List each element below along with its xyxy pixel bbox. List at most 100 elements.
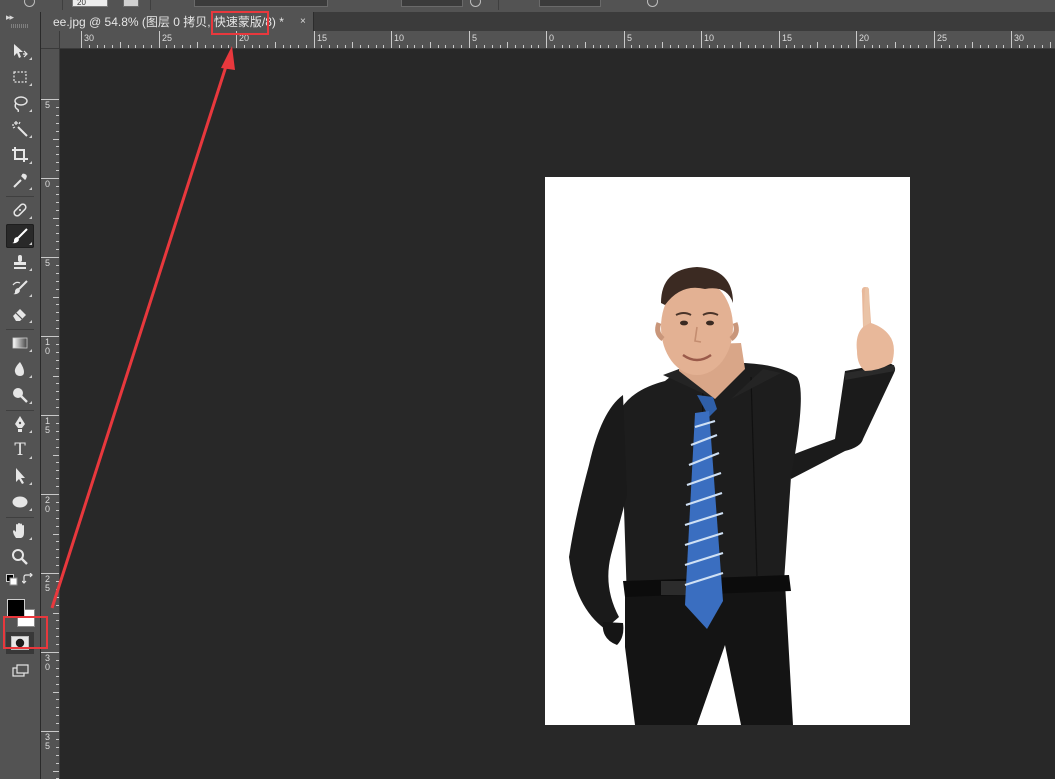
ruler-tick <box>135 45 136 48</box>
opacity-field[interactable] <box>401 0 463 7</box>
brush-size-field[interactable]: 20 <box>72 0 108 7</box>
ruler-tick <box>321 45 322 48</box>
brush-tool[interactable] <box>6 224 34 248</box>
swap-colors-icon[interactable] <box>22 573 34 585</box>
ruler-tick <box>523 45 524 48</box>
tools-panel: ▸▸ T <box>0 12 41 779</box>
lasso-tool[interactable] <box>6 91 34 115</box>
mode-dropdown[interactable] <box>194 0 328 7</box>
type-tool[interactable]: T <box>6 438 34 462</box>
brush-icon <box>12 228 28 244</box>
flow-field[interactable] <box>539 0 601 7</box>
ruler-tick <box>492 45 493 48</box>
ruler-tick <box>724 45 725 48</box>
dodge-icon <box>13 388 28 403</box>
ruler-tick <box>1027 45 1028 48</box>
document-tab[interactable]: ee.jpg @ 54.8% (图层 0 拷贝, 快速蒙版/8) * × <box>41 12 314 31</box>
magic-wand-tool[interactable] <box>6 117 34 141</box>
ruler-tick <box>56 526 59 527</box>
healing-brush-tool[interactable] <box>6 198 34 222</box>
lasso-icon <box>14 96 28 112</box>
ruler-tick <box>391 31 392 48</box>
vertical-ruler[interactable]: 505101520253035 <box>41 49 60 779</box>
crop-tool[interactable] <box>6 143 34 167</box>
canvas-area[interactable] <box>60 49 1055 779</box>
ruler-tick <box>1019 45 1020 48</box>
history-brush-icon <box>12 280 28 295</box>
ruler-tick <box>1003 45 1004 48</box>
ruler-tick <box>546 31 547 48</box>
ruler-tick <box>283 45 284 48</box>
ruler-tick <box>56 383 59 384</box>
pen-tool[interactable] <box>6 412 34 436</box>
dodge-tool[interactable] <box>6 383 34 407</box>
ruler-tick <box>686 45 687 48</box>
document-photo[interactable] <box>545 177 910 725</box>
move-tool[interactable] <box>6 39 34 63</box>
ruler-tick <box>740 42 741 48</box>
path-selection-tool[interactable] <box>6 464 34 488</box>
brush-preset-icon[interactable] <box>24 0 35 7</box>
foreground-color-swatch[interactable] <box>7 599 25 617</box>
ruler-tick <box>120 42 121 48</box>
clone-stamp-tool[interactable] <box>6 250 34 274</box>
ruler-tick <box>56 202 59 203</box>
ruler-tick <box>56 747 59 748</box>
eyedropper-tool[interactable] <box>6 169 34 193</box>
ruler-label: 5 <box>44 583 50 593</box>
ruler-tick <box>56 486 59 487</box>
ruler-label: 25 <box>937 33 948 43</box>
ruler-tick <box>56 668 59 669</box>
toolbar-grip[interactable] <box>11 24 29 28</box>
ruler-tick <box>1042 45 1043 48</box>
ruler-label: 20 <box>859 33 870 43</box>
close-tab-icon[interactable]: × <box>300 15 306 28</box>
type-icon: T <box>14 440 26 460</box>
pressure-opacity-icon[interactable] <box>470 0 481 7</box>
marquee-tool[interactable] <box>6 65 34 89</box>
ruler-tick <box>438 45 439 48</box>
zoom-tool[interactable] <box>6 545 34 569</box>
gradient-tool[interactable] <box>6 331 34 355</box>
ruler-tick <box>608 45 609 48</box>
collapse-toolbar-button[interactable]: ▸▸ <box>6 12 14 22</box>
ruler-tick <box>190 45 191 48</box>
default-colors-icon[interactable] <box>6 574 18 586</box>
ruler-tick <box>89 45 90 48</box>
ruler-tick <box>430 42 431 48</box>
ruler-tick <box>56 431 59 432</box>
ruler-tick <box>383 45 384 48</box>
ruler-tick <box>53 139 59 140</box>
eraser-tool[interactable] <box>6 302 34 326</box>
ruler-tick <box>56 676 59 677</box>
quick-mask-highlight-box <box>3 616 48 649</box>
history-brush-tool[interactable] <box>6 276 34 300</box>
magic-wand-icon <box>12 121 28 137</box>
ruler-tick <box>856 31 857 48</box>
ruler-tick <box>56 707 59 708</box>
ruler-tick <box>794 45 795 48</box>
ruler-label: 10 <box>704 33 715 43</box>
ruler-tick <box>159 31 160 48</box>
hand-tool[interactable] <box>6 519 34 543</box>
ruler-tick <box>56 423 59 424</box>
horizontal-ruler[interactable]: 30 25 20 15 10 5 0 5 10 15 20 25 30 <box>60 31 1055 49</box>
ruler-tick <box>352 42 353 48</box>
ruler-label: 0 <box>44 504 50 514</box>
ellipse-tool[interactable] <box>6 490 34 514</box>
ruler-tick <box>624 31 625 48</box>
screen-mode-button[interactable] <box>8 662 34 680</box>
ruler-tick <box>802 45 803 48</box>
ruler-tick <box>872 45 873 48</box>
arrow-pointer-icon <box>16 468 25 484</box>
eraser-icon <box>13 309 26 321</box>
ruler-tick <box>414 45 415 48</box>
ruler-tick <box>56 715 59 716</box>
ruler-tick <box>771 45 772 48</box>
blur-tool[interactable] <box>6 357 34 381</box>
ruler-tick <box>453 45 454 48</box>
ruler-label: 15 <box>782 33 793 43</box>
ruler-origin-corner[interactable] <box>41 31 60 49</box>
airbrush-icon[interactable] <box>647 0 658 7</box>
brush-panel-icon[interactable] <box>123 0 139 7</box>
